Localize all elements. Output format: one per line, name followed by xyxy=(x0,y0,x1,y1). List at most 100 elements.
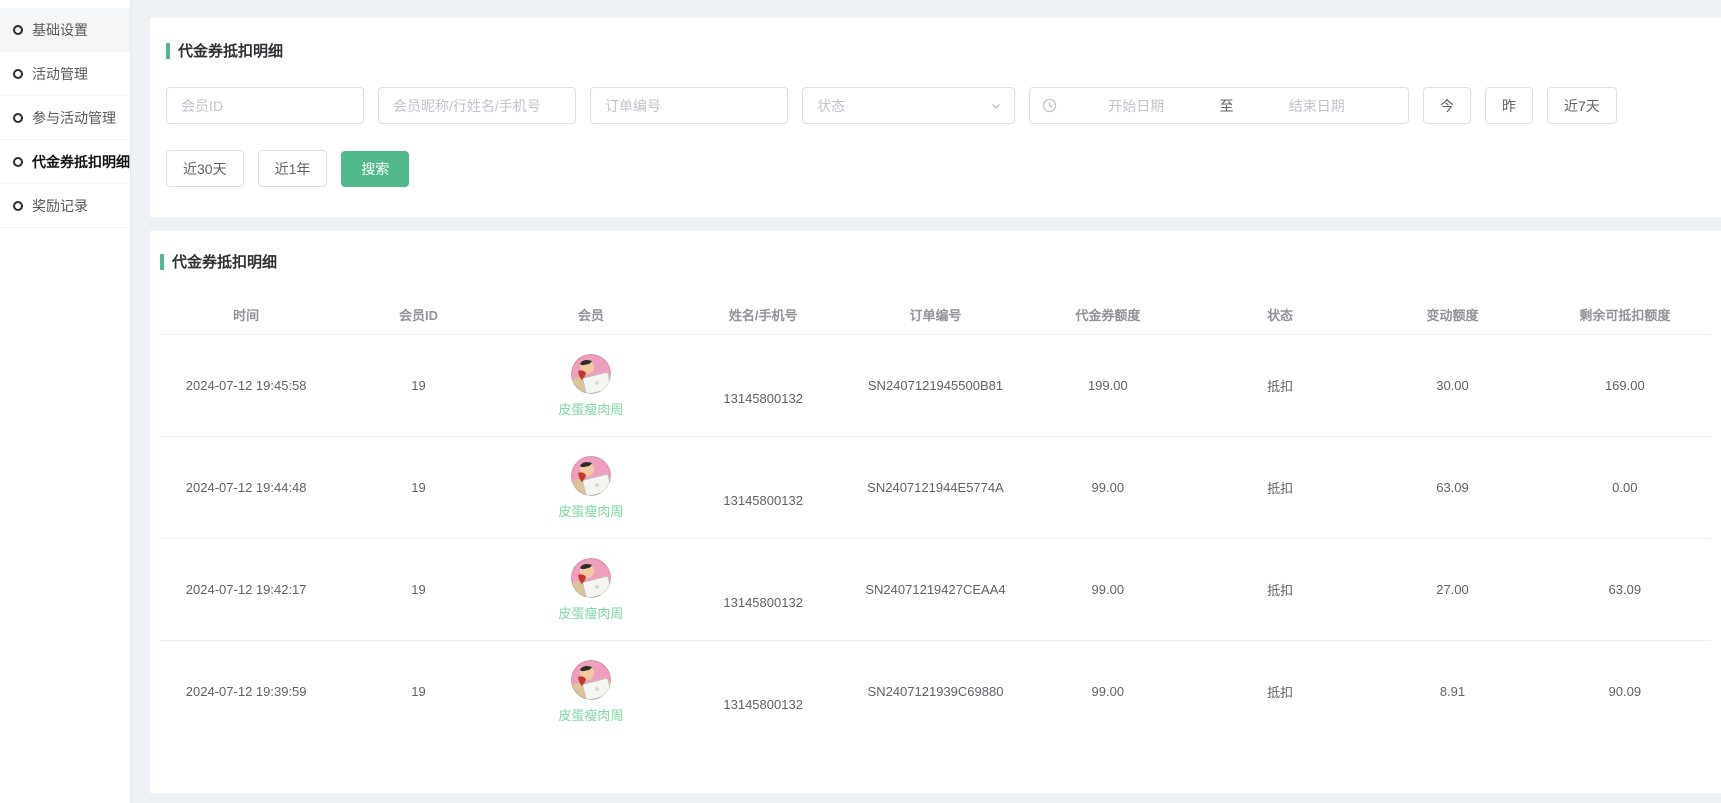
column-header-voucher-amount: 代金券额度 xyxy=(1022,305,1194,324)
date-range-separator: 至 xyxy=(1216,96,1238,116)
sidebar-item-label: 基础设置 xyxy=(32,20,88,40)
sidebar-item-reward-records[interactable]: 奖励记录 xyxy=(0,184,130,228)
member-id-cell: 19 xyxy=(332,582,504,597)
time-cell: 2024-07-12 19:39:59 xyxy=(160,684,332,699)
remaining-cell: 90.09 xyxy=(1539,684,1711,699)
filter-card: 代金券抵扣明细 状态 开始日期 至 结束日期 今 昨 xyxy=(150,18,1721,217)
member-avatar xyxy=(571,558,611,598)
column-header-member-id: 会员ID xyxy=(332,305,504,324)
column-header-status: 状态 xyxy=(1194,305,1366,324)
time-cell: 2024-07-12 19:42:17 xyxy=(160,582,332,597)
order-number-input[interactable] xyxy=(590,87,788,124)
phone-cell: 13145800132 xyxy=(677,671,849,712)
member-nickname-link[interactable]: 皮蛋瘦肉周 xyxy=(558,399,623,418)
time-cell: 2024-07-12 19:44:48 xyxy=(160,480,332,495)
member-cell: 皮蛋瘦肉周 xyxy=(505,660,677,724)
member-cell: 皮蛋瘦肉周 xyxy=(505,354,677,418)
table-header-row: 时间 会员ID 会员 姓名/手机号 订单编号 代金券额度 状态 变动额度 剩余可… xyxy=(160,294,1711,334)
sidebar-item-participation-management[interactable]: 参与活动管理 xyxy=(0,96,130,140)
filter-row-2: 近30天 近1年 搜索 xyxy=(166,150,1705,187)
voucher-amount-cell: 99.00 xyxy=(1022,582,1194,597)
end-date-placeholder: 结束日期 xyxy=(1238,96,1397,116)
filter-card-title: 代金券抵扣明细 xyxy=(166,40,1705,61)
time-cell: 2024-07-12 19:45:58 xyxy=(160,378,332,393)
voucher-amount-cell: 99.00 xyxy=(1022,684,1194,699)
main-content: 代金券抵扣明细 状态 开始日期 至 结束日期 今 昨 xyxy=(150,0,1721,803)
search-button[interactable]: 搜索 xyxy=(341,151,409,187)
order-no-cell: SN24071219427CEAA4 xyxy=(849,582,1021,597)
column-header-remaining: 剩余可抵扣额度 xyxy=(1539,305,1711,324)
circle-icon xyxy=(13,113,23,123)
phone-cell: 13145800132 xyxy=(677,569,849,610)
table-card-title-text: 代金券抵扣明细 xyxy=(172,251,277,272)
table-row: 2024-07-12 19:45:58 19 xyxy=(160,334,1711,436)
member-nickname-link[interactable]: 皮蛋瘦肉周 xyxy=(558,603,623,622)
status-select[interactable]: 状态 xyxy=(802,87,1015,124)
member-avatar xyxy=(571,660,611,700)
member-cell: 皮蛋瘦肉周 xyxy=(505,558,677,622)
member-nickname-input[interactable] xyxy=(378,87,576,124)
column-header-order-no: 订单编号 xyxy=(849,305,1021,324)
voucher-amount-cell: 99.00 xyxy=(1022,480,1194,495)
member-avatar xyxy=(571,354,611,394)
change-amount-cell: 63.09 xyxy=(1366,480,1538,495)
circle-icon xyxy=(13,157,23,167)
table-row: 2024-07-12 19:44:48 19 xyxy=(160,436,1711,538)
quick-filter-last30days-button[interactable]: 近30天 xyxy=(166,150,244,187)
sidebar-item-label: 参与活动管理 xyxy=(32,108,116,128)
voucher-deduction-table: 时间 会员ID 会员 姓名/手机号 订单编号 代金券额度 状态 变动额度 剩余可… xyxy=(160,294,1711,742)
date-range-picker[interactable]: 开始日期 至 结束日期 xyxy=(1029,87,1409,124)
circle-icon xyxy=(13,25,23,35)
filter-card-title-text: 代金券抵扣明细 xyxy=(178,40,283,61)
table-body: 2024-07-12 19:45:58 19 xyxy=(160,334,1711,742)
column-header-change-amount: 变动额度 xyxy=(1366,305,1538,324)
column-header-time: 时间 xyxy=(160,305,332,324)
quick-filter-yesterday-button[interactable]: 昨 xyxy=(1485,87,1533,124)
sidebar-item-basic-settings[interactable]: 基础设置 xyxy=(0,8,130,52)
remaining-cell: 63.09 xyxy=(1539,582,1711,597)
circle-icon xyxy=(13,201,23,211)
table-card: 代金券抵扣明细 时间 会员ID 会员 姓名/手机号 订单编号 代金券额度 状态 … xyxy=(150,231,1721,793)
member-id-input[interactable] xyxy=(166,87,364,124)
quick-filter-last7days-button[interactable]: 近7天 xyxy=(1547,87,1617,124)
sidebar: 基础设置 活动管理 参与活动管理 代金券抵扣明细 奖励记录 xyxy=(0,0,131,803)
change-amount-cell: 30.00 xyxy=(1366,378,1538,393)
status-select-placeholder: 状态 xyxy=(817,96,845,116)
filter-row-1: 状态 开始日期 至 结束日期 今 昨 近7天 xyxy=(166,87,1705,124)
sidebar-item-voucher-deduction-details[interactable]: 代金券抵扣明细 xyxy=(0,140,130,184)
member-id-cell: 19 xyxy=(332,684,504,699)
member-nickname-link[interactable]: 皮蛋瘦肉周 xyxy=(558,705,623,724)
voucher-amount-cell: 199.00 xyxy=(1022,378,1194,393)
sidebar-item-label: 活动管理 xyxy=(32,64,88,84)
sidebar-item-activity-management[interactable]: 活动管理 xyxy=(0,52,130,96)
order-no-cell: SN2407121945500B81 xyxy=(849,378,1021,393)
member-id-cell: 19 xyxy=(332,480,504,495)
status-cell: 抵扣 xyxy=(1194,682,1366,701)
sidebar-item-label: 奖励记录 xyxy=(32,196,88,216)
member-id-cell: 19 xyxy=(332,378,504,393)
chevron-down-icon xyxy=(990,100,1002,112)
table-row: 2024-07-12 19:39:59 19 xyxy=(160,640,1711,742)
clock-icon xyxy=(1042,98,1057,113)
table-card-title: 代金券抵扣明细 xyxy=(160,251,1711,272)
title-accent-bar xyxy=(166,43,170,59)
phone-cell: 13145800132 xyxy=(677,365,849,406)
title-accent-bar xyxy=(160,254,164,270)
column-header-name-phone: 姓名/手机号 xyxy=(677,305,849,324)
sidebar-item-label: 代金券抵扣明细 xyxy=(32,152,130,172)
remaining-cell: 169.00 xyxy=(1539,378,1711,393)
order-no-cell: SN2407121939C69880 xyxy=(849,684,1021,699)
member-nickname-link[interactable]: 皮蛋瘦肉周 xyxy=(558,501,623,520)
column-header-member: 会员 xyxy=(505,305,677,324)
table-row: 2024-07-12 19:42:17 19 xyxy=(160,538,1711,640)
quick-filter-today-button[interactable]: 今 xyxy=(1423,87,1471,124)
circle-icon xyxy=(13,69,23,79)
change-amount-cell: 8.91 xyxy=(1366,684,1538,699)
status-cell: 抵扣 xyxy=(1194,580,1366,599)
status-cell: 抵扣 xyxy=(1194,478,1366,497)
member-avatar xyxy=(571,456,611,496)
change-amount-cell: 27.00 xyxy=(1366,582,1538,597)
quick-filter-last1year-button[interactable]: 近1年 xyxy=(258,150,328,187)
status-cell: 抵扣 xyxy=(1194,376,1366,395)
order-no-cell: SN2407121944E5774A xyxy=(849,480,1021,495)
